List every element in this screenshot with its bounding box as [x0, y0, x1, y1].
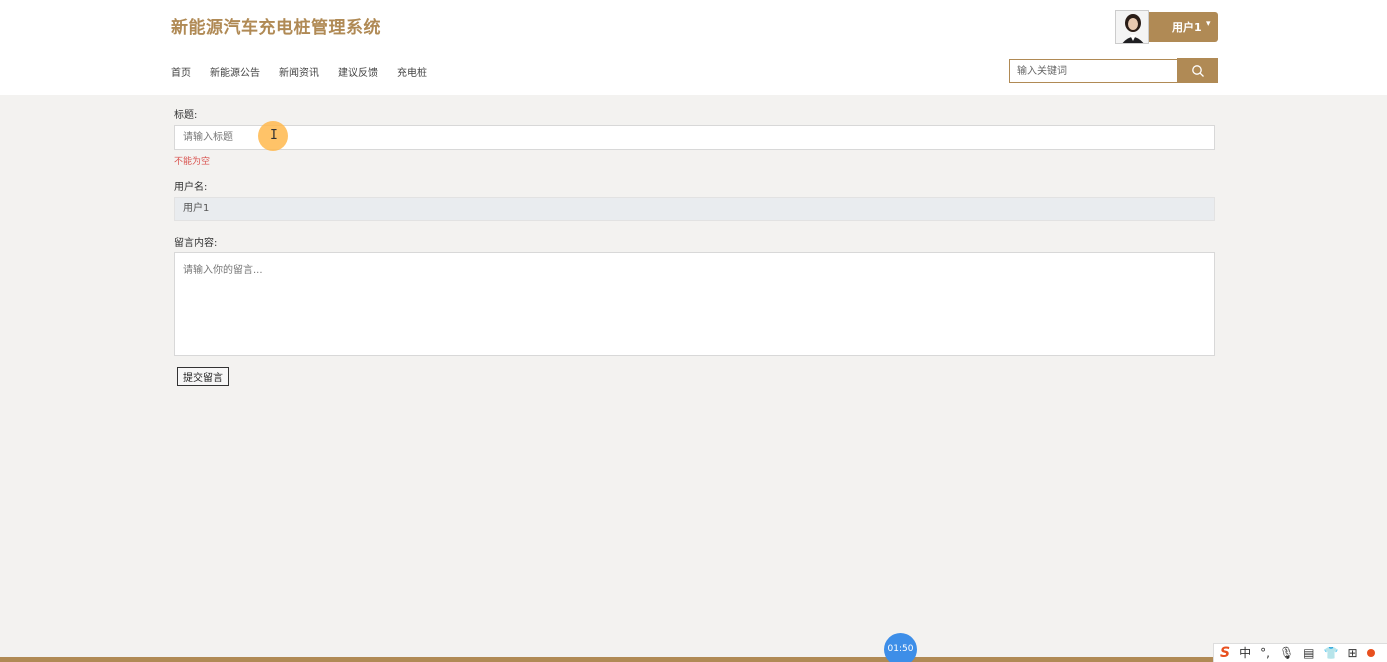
search-button[interactable] [1177, 58, 1218, 83]
skin-icon[interactable]: 👕 [1324, 647, 1339, 659]
sogou-logo-icon[interactable]: S [1220, 646, 1230, 660]
nav-item-feedback[interactable]: 建议反馈 [338, 64, 378, 79]
main-nav: 首页 新能源公告 新闻资讯 建议反馈 充电桩 [171, 64, 446, 79]
content-label: 留言内容: [174, 238, 218, 249]
chinese-mode-icon[interactable]: 中 [1239, 647, 1251, 659]
nav-item-news[interactable]: 新闻资讯 [279, 64, 319, 79]
tray-badge-icon [1366, 649, 1375, 657]
chevron-down-icon[interactable]: ▾ [1206, 19, 1211, 29]
text-cursor-icon: I [270, 128, 278, 143]
punctuation-icon[interactable]: °, [1260, 647, 1270, 659]
site-title: 新能源汽车充电桩管理系统 [171, 18, 381, 38]
bottom-bar [0, 657, 1387, 662]
toolbox-icon[interactable]: ⊞ [1347, 647, 1357, 659]
submit-message-button[interactable]: 提交留言 [177, 367, 229, 386]
avatar[interactable] [1115, 10, 1149, 44]
username-field: 用户1 [174, 197, 1215, 221]
nav-item-charging-piles[interactable]: 充电桩 [397, 64, 427, 79]
ime-tray: S 中 °, 🎙 ▤ 👕 ⊞ [1213, 643, 1387, 662]
title-input[interactable] [174, 125, 1215, 150]
user-name[interactable]: 用户1 [1172, 19, 1202, 35]
search-icon [1177, 64, 1218, 78]
keyboard-icon[interactable]: ▤ [1303, 647, 1314, 659]
recording-timer: 01:50 [884, 633, 917, 662]
username-label: 用户名: [174, 182, 208, 193]
title-label: 标题: [174, 110, 198, 121]
microphone-icon[interactable]: 🎙 [1279, 647, 1294, 659]
username-value: 用户1 [183, 203, 210, 214]
search-input[interactable] [1009, 59, 1178, 83]
top-header: 新能源汽车充电桩管理系统 用户1 ▾ 首页 新能源公告 新闻资讯 建议反馈 充电… [0, 0, 1387, 95]
title-error-message: 不能为空 [174, 157, 211, 167]
nav-item-home[interactable]: 首页 [171, 64, 191, 79]
nav-item-announcements[interactable]: 新能源公告 [210, 64, 260, 79]
message-content-textarea[interactable] [174, 252, 1215, 356]
